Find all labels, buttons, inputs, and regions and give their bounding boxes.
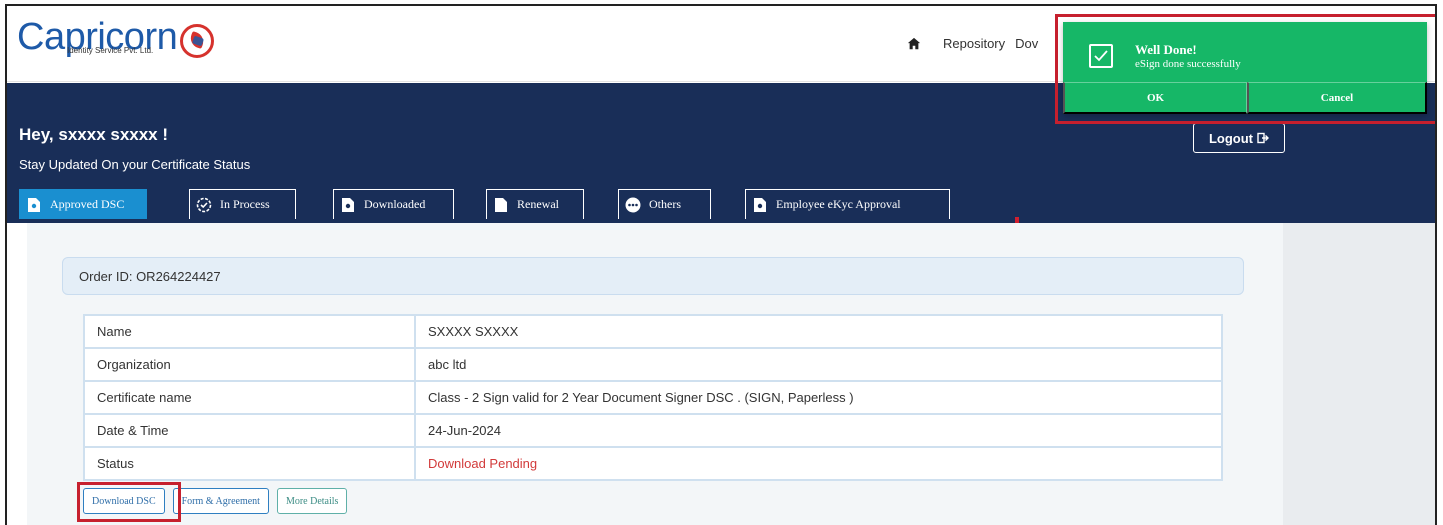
sign-out-icon bbox=[1257, 132, 1270, 144]
success-toast: Well Done! eSign done successfully OK Ca… bbox=[1063, 22, 1427, 114]
toast-message: eSign done successfully bbox=[1135, 58, 1241, 70]
tab-in-process[interactable]: In Process bbox=[189, 189, 296, 219]
nav-link-download[interactable]: Dov bbox=[1015, 36, 1038, 51]
order-id-label: Order ID: OR264224427 bbox=[79, 268, 221, 284]
nav-link-repository[interactable]: Repository bbox=[943, 36, 1005, 51]
download-highlight-box bbox=[77, 482, 181, 522]
form-agreement-button[interactable]: Form & Agreement bbox=[172, 488, 269, 514]
certificate-details-table: Name SXXXX SXXXX Organization abc ltd Ce… bbox=[83, 314, 1223, 481]
table-row: Certificate name Class - 2 Sign valid fo… bbox=[83, 380, 1223, 415]
clock-icon bbox=[196, 197, 212, 213]
row-value-date-time: 24-Jun-2024 bbox=[414, 413, 1223, 448]
logout-button[interactable]: Logout bbox=[1193, 123, 1285, 153]
row-key-status: Status bbox=[83, 446, 416, 481]
row-key-certificate-name: Certificate name bbox=[83, 380, 416, 415]
tab-label: Others bbox=[649, 197, 681, 211]
table-row: Date & Time 24-Jun-2024 bbox=[83, 413, 1223, 448]
table-row: Status Download Pending bbox=[83, 446, 1223, 481]
ellipsis-icon bbox=[625, 197, 641, 213]
tab-downloaded[interactable]: Downloaded bbox=[333, 189, 454, 219]
tab-approved-dsc[interactable]: Approved DSC bbox=[19, 189, 147, 219]
file-icon bbox=[493, 197, 509, 213]
row-value-name: SXXXX SXXXX bbox=[414, 314, 1223, 349]
row-key-date-time: Date & Time bbox=[83, 413, 416, 448]
browser-frame: Capricorn Identity Service Pvt. Ltd. Rep… bbox=[5, 4, 1437, 525]
nav-links: Repository Dov bbox=[907, 36, 1048, 51]
tab-label: Approved DSC bbox=[50, 197, 125, 211]
document-icon bbox=[26, 197, 42, 213]
document-icon bbox=[340, 197, 356, 213]
row-value-organization: abc ltd bbox=[414, 347, 1223, 382]
row-value-certificate-name: Class - 2 Sign valid for 2 Year Document… bbox=[414, 380, 1223, 415]
tab-label: Renewal bbox=[517, 197, 559, 211]
tab-others[interactable]: Others bbox=[618, 189, 711, 219]
document-icon bbox=[752, 197, 768, 213]
greeting-subtitle: Stay Updated On your Certificate Status bbox=[19, 157, 251, 172]
row-key-organization: Organization bbox=[83, 347, 416, 382]
toast-cancel-button[interactable]: Cancel bbox=[1247, 82, 1427, 114]
brand-tagline: Identity Service Pvt. Ltd. bbox=[67, 46, 154, 55]
table-row: Organization abc ltd bbox=[83, 347, 1223, 382]
toast-ok-button[interactable]: OK bbox=[1063, 82, 1247, 114]
check-icon bbox=[1089, 44, 1113, 68]
tab-label: In Process bbox=[220, 197, 270, 211]
logout-label: Logout bbox=[1208, 130, 1254, 146]
order-id-header: Order ID: OR264224427 bbox=[62, 257, 1244, 295]
tab-employee-ekyc-approval[interactable]: Employee eKyc Approval bbox=[745, 189, 950, 219]
tab-renewal[interactable]: Renewal bbox=[486, 189, 584, 219]
home-icon[interactable] bbox=[907, 37, 921, 51]
tab-label: Employee eKyc Approval bbox=[776, 197, 901, 211]
brand-mark-icon bbox=[180, 24, 215, 58]
toast-title: Well Done! bbox=[1135, 42, 1197, 57]
right-gutter bbox=[1283, 223, 1435, 525]
greeting-heading: Hey, sxxxx sxxxx ! bbox=[19, 125, 169, 144]
table-row: Name SXXXX SXXXX bbox=[83, 314, 1223, 349]
row-value-status: Download Pending bbox=[414, 446, 1223, 481]
tab-label: Downloaded bbox=[364, 197, 426, 211]
more-details-button[interactable]: More Details bbox=[276, 488, 348, 514]
row-key-name: Name bbox=[83, 314, 416, 349]
